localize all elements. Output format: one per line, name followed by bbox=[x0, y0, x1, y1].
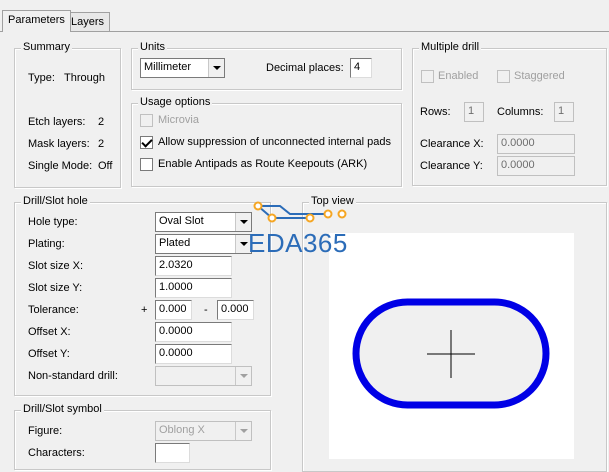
etch-layers-label: Etch layers: bbox=[28, 116, 86, 128]
plating-select[interactable]: Plated bbox=[155, 234, 252, 254]
tolerance-plus-input[interactable]: 0.000 bbox=[155, 300, 192, 320]
clearance-y-label: Clearance Y: bbox=[420, 160, 483, 172]
multiple-drill-title: Multiple drill bbox=[419, 41, 482, 53]
slot-size-x-input[interactable]: 2.0320 bbox=[155, 256, 232, 276]
top-view-canvas bbox=[329, 233, 574, 459]
microvia-label: Microvia bbox=[158, 114, 199, 126]
eda365-logo-icon bbox=[253, 201, 347, 223]
multiple-drill-enabled-checkbox[interactable] bbox=[421, 70, 434, 83]
offset-y-input[interactable]: 0.0000 bbox=[155, 344, 232, 364]
offset-x-label: Offset X: bbox=[28, 326, 71, 338]
etch-layers-value: 2 bbox=[98, 116, 105, 128]
type-label: Type: bbox=[28, 72, 55, 84]
drill-slot-hole-title: Drill/Slot hole bbox=[21, 195, 90, 207]
staggered-checkbox[interactable] bbox=[497, 70, 510, 83]
chevron-down-icon[interactable] bbox=[235, 422, 251, 440]
chevron-down-icon[interactable] bbox=[235, 367, 251, 385]
offset-x-input[interactable]: 0.0000 bbox=[155, 322, 232, 342]
tolerance-label: Tolerance: bbox=[28, 304, 79, 316]
chevron-down-icon[interactable] bbox=[208, 59, 224, 77]
offset-y-label: Offset Y: bbox=[28, 348, 70, 360]
tab-bar: Parameters Layers bbox=[0, 0, 609, 33]
columns-input[interactable]: 1 bbox=[554, 102, 574, 122]
tolerance-plus-sign: + bbox=[141, 304, 148, 316]
suppress-unconnected-pads-checkbox[interactable] bbox=[140, 136, 153, 149]
units-title: Units bbox=[138, 41, 168, 53]
non-standard-drill-label: Non-standard drill: bbox=[28, 370, 118, 382]
suppress-unconnected-pads-label: Allow suppression of unconnected interna… bbox=[158, 136, 391, 148]
figure-select[interactable]: Oblong X bbox=[155, 421, 252, 441]
characters-input[interactable] bbox=[155, 443, 190, 463]
slot-size-y-label: Slot size Y: bbox=[28, 282, 83, 294]
tolerance-minus-input[interactable]: 0.000 bbox=[217, 300, 254, 320]
decimal-places-input[interactable]: 4 bbox=[350, 58, 372, 78]
slot-size-x-label: Slot size X: bbox=[28, 260, 84, 272]
decimal-places-label: Decimal places: bbox=[266, 62, 344, 74]
plating-label: Plating: bbox=[28, 238, 65, 250]
single-mode-value: Off bbox=[98, 160, 113, 172]
clearance-y-input[interactable]: 0.0000 bbox=[497, 156, 575, 176]
slot-size-y-input[interactable]: 1.0000 bbox=[155, 278, 232, 298]
units-select[interactable]: Millimeter bbox=[140, 58, 225, 78]
mask-layers-value: 2 bbox=[98, 138, 105, 150]
multiple-drill-enabled-label: Enabled bbox=[438, 70, 479, 82]
antipads-keepouts-label: Enable Antipads as Route Keepouts (ARK) bbox=[158, 158, 368, 170]
microvia-checkbox[interactable] bbox=[140, 114, 153, 127]
rows-input[interactable]: 1 bbox=[464, 102, 484, 122]
clearance-x-label: Clearance X: bbox=[420, 138, 484, 150]
clearance-x-input[interactable]: 0.0000 bbox=[497, 134, 575, 154]
staggered-label: Staggered bbox=[514, 70, 565, 82]
figure-label: Figure: bbox=[28, 425, 63, 437]
mask-layers-label: Mask layers: bbox=[28, 138, 90, 150]
type-value: Through bbox=[64, 72, 105, 84]
hole-type-select[interactable]: Oval Slot bbox=[155, 212, 252, 232]
usage-options-title: Usage options bbox=[138, 96, 213, 108]
antipads-keepouts-checkbox[interactable] bbox=[140, 158, 153, 171]
summary-title: Summary bbox=[21, 41, 73, 53]
columns-label: Columns: bbox=[497, 106, 544, 118]
rows-label: Rows: bbox=[420, 106, 451, 118]
characters-label: Characters: bbox=[28, 447, 85, 459]
drill-slot-symbol-title: Drill/Slot symbol bbox=[21, 403, 104, 415]
single-mode-label: Single Mode: bbox=[28, 160, 93, 172]
non-standard-drill-select[interactable] bbox=[155, 366, 252, 386]
pad-preview-graphic bbox=[352, 298, 550, 409]
tab-parameters[interactable]: Parameters bbox=[2, 10, 71, 32]
tab-layers[interactable]: Layers bbox=[65, 12, 111, 31]
eda365-watermark-text: EDA365 bbox=[248, 228, 348, 258]
tolerance-minus-sign: - bbox=[204, 304, 208, 316]
tab-panel-border bbox=[0, 31, 609, 32]
hole-type-label: Hole type: bbox=[28, 216, 78, 228]
